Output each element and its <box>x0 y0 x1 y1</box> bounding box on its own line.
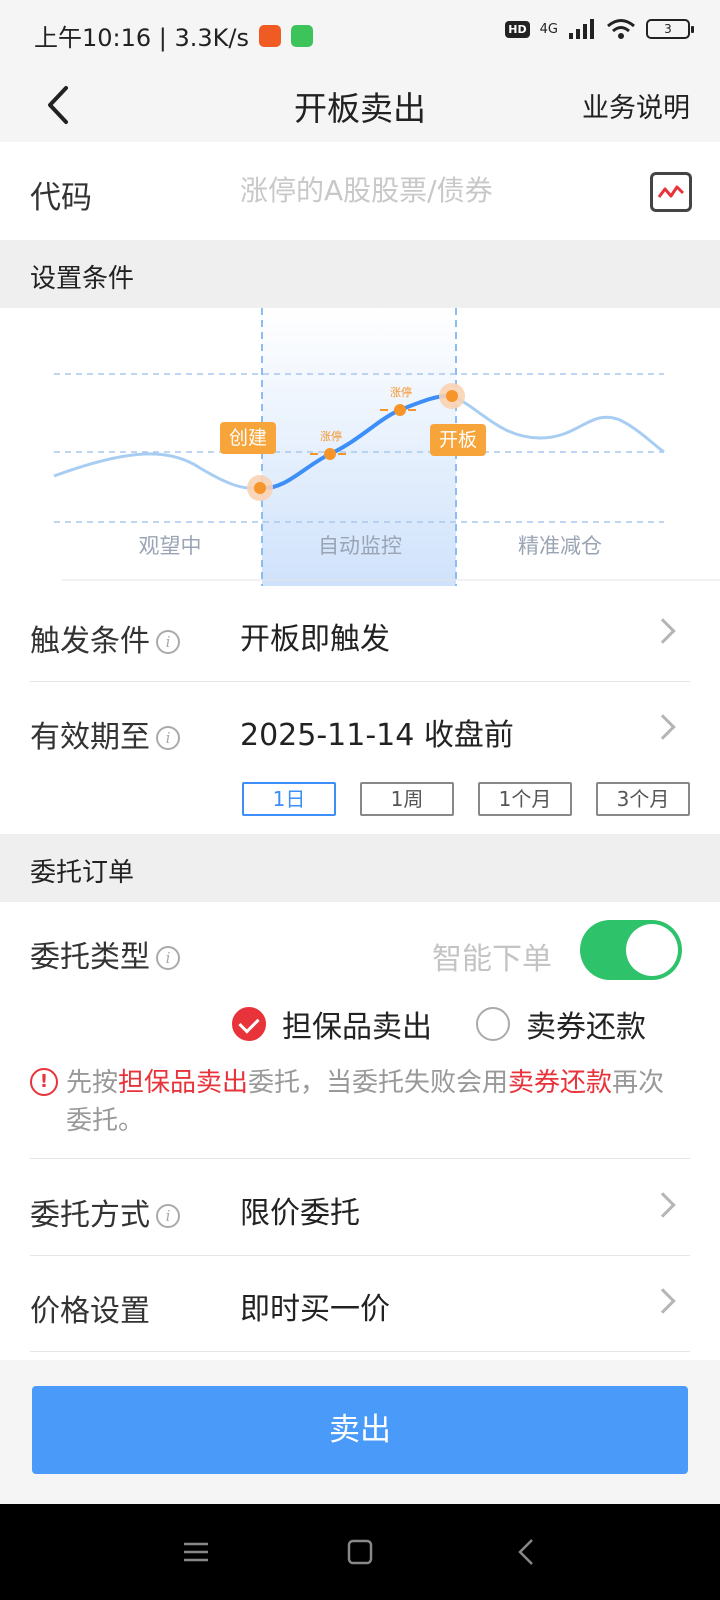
notice-highlight-1: 担保品卖出 <box>118 1068 249 1098</box>
radio-unchecked-icon <box>476 1007 510 1041</box>
notice-highlight-2: 卖券还款 <box>508 1068 613 1098</box>
trigger-label-text: 触发条件 <box>30 624 150 659</box>
validity-value: 2025-11-14 收盘前 <box>240 718 514 753</box>
create-point <box>254 482 266 494</box>
order-method-label-text: 委托方式 <box>30 1198 150 1233</box>
system-nav-bar <box>0 1504 720 1600</box>
order-type-label-text: 委托类型 <box>30 940 150 975</box>
limit-up-tag-2: 涨停 <box>390 386 412 399</box>
chevron-right-icon <box>650 714 676 740</box>
smart-order-toggle[interactable] <box>580 920 682 980</box>
phase-watching: 观望中 <box>138 534 202 558</box>
home-button[interactable] <box>340 1534 380 1570</box>
notice-text: 先按担保品卖出委托，当委托失败会用卖券还款再次委托。 <box>30 1064 690 1140</box>
trigger-label: 触发条件 i <box>30 616 180 660</box>
trigger-value: 开板即触发 <box>240 622 390 657</box>
period-1-month[interactable]: 1个月 <box>478 782 572 816</box>
notification-app-icon <box>259 24 282 47</box>
notification-robot-icon <box>291 24 314 47</box>
phase-reduce: 精准减仓 <box>518 534 602 558</box>
price-setting-value: 即时买一价 <box>240 1292 390 1327</box>
create-tag: 创建 <box>220 422 276 454</box>
validity-label-text: 有效期至 <box>30 720 150 755</box>
radio-collateral-sell-label: 担保品卖出 <box>282 1010 432 1045</box>
section-conditions: 设置条件 <box>0 240 720 308</box>
info-icon[interactable]: i <box>156 946 180 970</box>
menu-button[interactable] <box>176 1534 216 1570</box>
order-notice: ! 先按担保品卖出委托，当委托失败会用卖券还款再次委托。 <box>30 1064 690 1140</box>
code-label: 代码 <box>30 180 92 216</box>
order-method-label: 委托方式 i <box>30 1190 180 1234</box>
battery-icon: 3 <box>646 19 694 39</box>
wifi-icon <box>607 19 635 39</box>
home-square-icon <box>347 1539 373 1565</box>
status-bar: 上午10:16 | 3.3K/s HD 4G 3 <box>0 0 720 68</box>
radio-collateral-sell[interactable]: 担保品卖出 <box>232 1002 432 1046</box>
menu-icon <box>184 1542 208 1562</box>
order-method-row[interactable]: 委托方式 i 限价委托 <box>30 1160 690 1256</box>
nav-bar: 开板卖出 业务说明 <box>0 68 720 142</box>
radio-sell-repay[interactable]: 卖券还款 <box>476 1002 646 1046</box>
order-method-value: 限价委托 <box>240 1196 360 1231</box>
business-help-link[interactable]: 业务说明 <box>582 86 690 125</box>
chevron-right-icon <box>650 618 676 644</box>
radio-checked-icon <box>232 1007 266 1041</box>
notice-part-2: 委托，当委托失败会用 <box>248 1068 509 1098</box>
section-order-title: 委托订单 <box>30 858 135 888</box>
notice-part-1: 先按 <box>66 1068 119 1098</box>
info-icon[interactable]: i <box>156 630 180 654</box>
signal-icon <box>569 19 594 39</box>
period-1-day[interactable]: 1日 <box>242 782 336 816</box>
warning-icon: ! <box>30 1068 58 1096</box>
section-order: 委托订单 <box>0 834 720 902</box>
validity-period-group: 1日 1周 1个月 3个月 <box>242 782 714 816</box>
info-icon[interactable]: i <box>156 726 180 750</box>
validity-label: 有效期至 i <box>30 712 180 756</box>
status-left: 上午10:16 | 3.3K/s <box>34 18 314 53</box>
chevron-right-icon <box>650 1288 676 1314</box>
toggle-knob <box>626 924 678 976</box>
trigger-row[interactable]: 触发条件 i 开板即触发 <box>30 586 690 682</box>
period-3-months[interactable]: 3个月 <box>596 782 690 816</box>
sell-button[interactable]: 卖出 <box>32 1386 688 1474</box>
flow-diagram: 创建 涨停 涨停 开板 观望中 自动监控 精准减仓 <box>0 308 720 586</box>
network-type: 4G <box>539 21 558 37</box>
open-board-tag: 开板 <box>430 424 486 456</box>
status-right: HD 4G 3 <box>505 18 694 40</box>
hd-icon: HD <box>505 20 530 38</box>
price-setting-row[interactable]: 价格设置 即时买一价 <box>30 1256 690 1352</box>
limit-up-tag-1: 涨停 <box>320 430 342 443</box>
info-icon[interactable]: i <box>156 1204 180 1228</box>
period-1-week[interactable]: 1周 <box>360 782 454 816</box>
open-board-point <box>446 390 458 402</box>
code-input[interactable] <box>240 166 620 214</box>
chevron-right-icon <box>650 1192 676 1218</box>
system-back-button[interactable] <box>508 1534 548 1570</box>
radio-sell-repay-label: 卖券还款 <box>526 1010 646 1045</box>
chart-button[interactable] <box>650 172 692 212</box>
chart-line-icon <box>657 185 685 198</box>
battery-level: 3 <box>664 22 672 36</box>
smart-order-label: 智能下单 <box>432 942 552 977</box>
section-conditions-title: 设置条件 <box>30 264 135 294</box>
divider <box>30 1158 690 1159</box>
price-setting-label: 价格设置 <box>30 1294 150 1329</box>
code-row: 代码 <box>0 142 720 240</box>
phase-monitoring: 自动监控 <box>318 534 402 558</box>
order-type-label: 委托类型 i <box>30 932 180 976</box>
validity-row[interactable]: 有效期至 i 2025-11-14 收盘前 <box>30 682 690 778</box>
status-time-speed: 上午10:16 | 3.3K/s <box>34 24 250 52</box>
back-chevron-icon <box>518 1539 533 1565</box>
